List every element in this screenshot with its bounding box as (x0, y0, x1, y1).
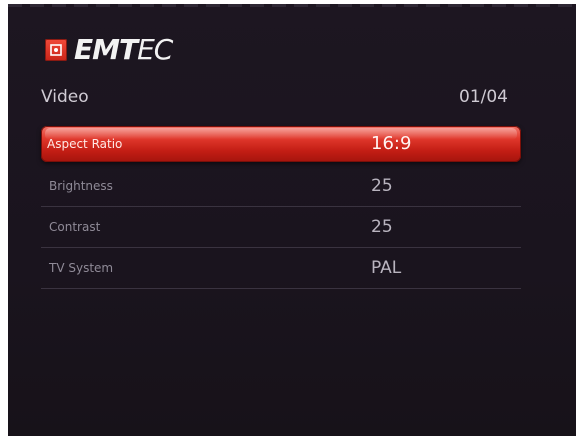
brand-name-light: EC (137, 33, 173, 66)
page-counter: 01/04 (459, 87, 508, 107)
menu-item-label: Aspect Ratio (47, 137, 123, 151)
settings-screen: EMTEC Video 01/04 Aspect Ratio 16:9 Brig… (8, 4, 576, 436)
emtec-logo-icon (45, 39, 67, 61)
menu-item-contrast[interactable]: Contrast 25 (41, 207, 521, 248)
menu-item-tv-system[interactable]: TV System PAL (41, 248, 521, 289)
menu-item-value: PAL (371, 258, 402, 278)
menu-item-value: 25 (371, 176, 393, 196)
menu-item-brightness[interactable]: Brightness 25 (41, 166, 521, 207)
menu-item-label: Brightness (49, 179, 113, 193)
menu-item-label: TV System (49, 261, 114, 275)
brand-name-bold: EMT (74, 33, 138, 66)
menu-item-value: 16:9 (371, 133, 412, 154)
settings-menu: Aspect Ratio 16:9 Brightness 25 Contrast… (41, 126, 521, 289)
section-title: Video (41, 87, 89, 107)
menu-item-aspect-ratio[interactable]: Aspect Ratio 16:9 (41, 126, 521, 162)
emtec-logo: EMTEC (45, 33, 173, 66)
brand-name: EMTEC (74, 33, 173, 66)
menu-item-label: Contrast (49, 220, 101, 234)
menu-item-value: 25 (371, 217, 393, 237)
